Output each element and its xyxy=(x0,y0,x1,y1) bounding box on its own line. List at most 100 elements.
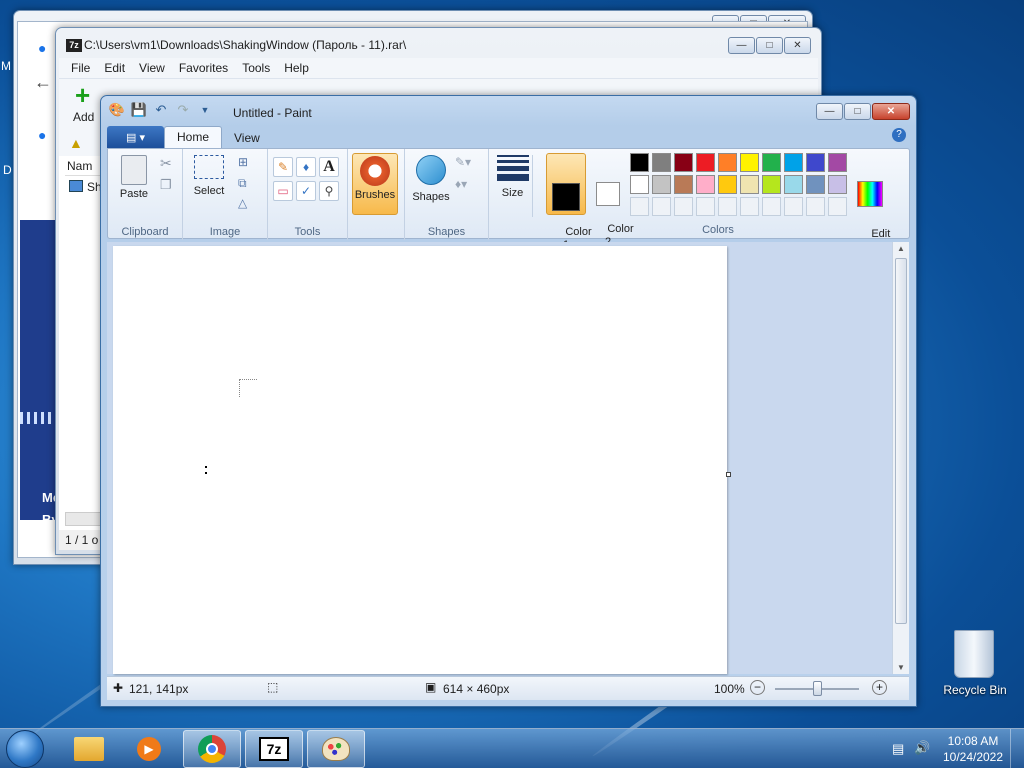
add-icon[interactable]: + xyxy=(75,82,90,108)
palette-swatch[interactable] xyxy=(784,175,803,194)
drawing-canvas[interactable] xyxy=(113,246,727,674)
palette-swatch[interactable] xyxy=(828,153,847,172)
scroll-thumb[interactable] xyxy=(895,258,907,624)
scroll-down-icon[interactable]: ▼ xyxy=(897,663,905,672)
undo-icon[interactable]: ↶ xyxy=(153,102,169,118)
taskbar-paint[interactable] xyxy=(307,730,365,768)
redo-icon[interactable]: ↷ xyxy=(175,102,191,118)
brushes-button[interactable]: Brushes xyxy=(352,153,398,215)
palette-swatch[interactable] xyxy=(784,153,803,172)
horizontal-scrollbar[interactable] xyxy=(65,512,105,526)
magnifier-icon[interactable]: ⚲ xyxy=(319,181,339,201)
vertical-scrollbar[interactable]: ▲ ▼ xyxy=(892,242,909,674)
taskbar-chrome[interactable] xyxy=(183,730,241,768)
taskbar-media-player[interactable]: ▶ xyxy=(120,730,178,768)
taskbar-7zip[interactable]: 7z xyxy=(245,730,303,768)
back-arrow-icon[interactable]: ← xyxy=(34,72,52,93)
minimize-button[interactable]: — xyxy=(816,103,843,120)
crop-icon[interactable]: ⊞ xyxy=(238,155,248,169)
taskbar-explorer[interactable] xyxy=(60,730,118,768)
menu-view[interactable]: View xyxy=(139,61,165,75)
file-row[interactable]: Sh xyxy=(69,180,102,194)
paint-menu-button[interactable]: ▤ ▾ xyxy=(107,126,164,148)
color1-button[interactable]: Color 1 xyxy=(546,153,592,251)
help-icon[interactable]: ? xyxy=(892,128,906,142)
resize-icon[interactable]: ⧉ xyxy=(238,176,247,191)
palette-swatch[interactable] xyxy=(806,175,825,194)
palette-swatch[interactable] xyxy=(718,153,737,172)
shapes-button[interactable]: Shapes xyxy=(409,155,453,204)
select-button[interactable]: Select xyxy=(189,155,229,198)
copy-icon[interactable]: ❐ xyxy=(160,177,172,193)
zoom-out-button[interactable]: − xyxy=(750,680,765,695)
palette-swatch[interactable] xyxy=(630,175,649,194)
scroll-up-icon[interactable]: ▲ xyxy=(897,244,905,253)
add-button-label[interactable]: Add xyxy=(73,110,94,124)
palette-swatch-empty[interactable] xyxy=(828,197,847,216)
start-button[interactable] xyxy=(6,730,44,768)
palette-swatch-empty[interactable] xyxy=(762,197,781,216)
save-icon[interactable]: 💾 xyxy=(131,102,147,118)
tab-view[interactable]: View xyxy=(222,128,272,148)
maximize-button[interactable]: □ xyxy=(844,103,871,120)
minimize-button[interactable]: — xyxy=(728,37,755,54)
palette-swatch[interactable] xyxy=(718,175,737,194)
fill-icon[interactable]: ♦ xyxy=(296,157,316,177)
palette-swatch-empty[interactable] xyxy=(784,197,803,216)
canvas-resize-handle[interactable] xyxy=(726,472,731,477)
text-icon[interactable]: A xyxy=(319,157,339,177)
zoom-in-button[interactable]: + xyxy=(872,680,887,695)
close-button[interactable]: ✕ xyxy=(872,103,910,120)
palette-swatch[interactable] xyxy=(740,175,759,194)
palette-swatch-empty[interactable] xyxy=(652,197,671,216)
close-button[interactable]: ✕ xyxy=(784,37,811,54)
zoom-slider-thumb[interactable] xyxy=(813,681,822,696)
volume-icon[interactable]: 🔊 xyxy=(914,740,930,756)
palette-swatch[interactable] xyxy=(630,153,649,172)
palette-swatch[interactable] xyxy=(762,153,781,172)
paint-app-icon[interactable]: 🎨 xyxy=(109,102,125,118)
menu-help[interactable]: Help xyxy=(284,61,309,75)
menu-file[interactable]: File xyxy=(71,61,90,75)
menu-tools[interactable]: Tools xyxy=(242,61,270,75)
cut-icon[interactable]: ✂ xyxy=(160,155,172,172)
menu-edit[interactable]: Edit xyxy=(104,61,125,75)
recycle-bin-label[interactable]: Recycle Bin xyxy=(936,683,1014,697)
palette-swatch[interactable] xyxy=(696,175,715,194)
paint-dot xyxy=(205,466,207,468)
palette-swatch-empty[interactable] xyxy=(806,197,825,216)
palette-swatch[interactable] xyxy=(652,175,671,194)
palette-swatch-empty[interactable] xyxy=(674,197,693,216)
column-header-name[interactable]: Nam xyxy=(65,156,105,176)
size-button[interactable]: Size xyxy=(493,155,533,217)
palette-swatch-empty[interactable] xyxy=(718,197,737,216)
fill-style-icon[interactable]: ♦▾ xyxy=(455,177,467,191)
palette-swatch-empty[interactable] xyxy=(740,197,759,216)
maximize-button[interactable]: □ xyxy=(756,37,783,54)
palette-swatch-empty[interactable] xyxy=(630,197,649,216)
palette-swatch[interactable] xyxy=(674,175,693,194)
palette-swatch[interactable] xyxy=(674,153,693,172)
network-icon[interactable]: ▤ xyxy=(892,741,904,757)
palette-swatch[interactable] xyxy=(806,153,825,172)
palette-swatch-empty[interactable] xyxy=(696,197,715,216)
paint-window[interactable]: 🎨 💾 ↶ ↷ ▼ Untitled - Paint — □ ✕ ▤ ▾ Hom… xyxy=(100,95,917,707)
rotate-icon[interactable]: △ xyxy=(238,196,247,210)
customize-qat-icon[interactable]: ▼ xyxy=(197,102,213,118)
outline-icon[interactable]: ✎▾ xyxy=(455,155,471,169)
palette-swatch[interactable] xyxy=(828,175,847,194)
menu-favorites[interactable]: Favorites xyxy=(179,61,228,75)
show-desktop-button[interactable] xyxy=(1010,729,1024,768)
up-folder-icon[interactable]: ▲ xyxy=(69,135,83,151)
color-picker-icon[interactable]: ✓ xyxy=(296,181,316,201)
paste-button[interactable]: Paste xyxy=(114,155,154,201)
palette-swatch[interactable] xyxy=(762,175,781,194)
clock[interactable]: 10:08 AM 10/24/2022 xyxy=(940,733,1006,765)
palette-swatch[interactable] xyxy=(696,153,715,172)
palette-swatch[interactable] xyxy=(740,153,759,172)
palette-swatch[interactable] xyxy=(652,153,671,172)
eraser-icon[interactable]: ▭ xyxy=(273,181,293,201)
recycle-bin-icon[interactable] xyxy=(954,630,994,678)
pencil-icon[interactable]: ✎ xyxy=(273,157,293,177)
tab-home[interactable]: Home xyxy=(164,126,223,148)
